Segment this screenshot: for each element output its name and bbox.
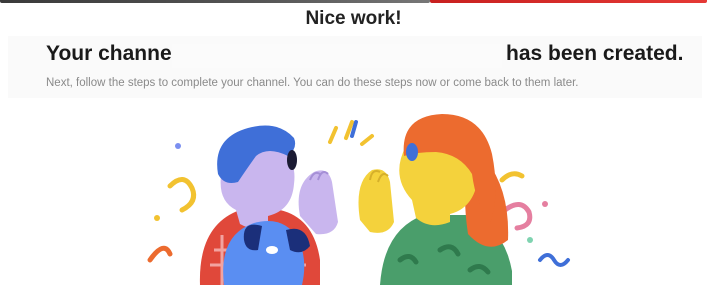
confetti-swirl-pink [502, 202, 533, 231]
confetti-swirl-yellow [167, 177, 197, 213]
confetti-dot [154, 215, 160, 221]
channel-name-redacted [172, 44, 502, 68]
channel-next-steps-text: Next, follow the steps to complete your … [46, 77, 579, 89]
top-banner-strip [0, 0, 707, 6]
banner-dark-text-fragment [0, 0, 430, 3]
channel-title-suffix: has been created. [506, 42, 684, 65]
nice-work-heading: Nice work! [305, 8, 402, 29]
confetti-dot [175, 143, 181, 149]
man-eye [287, 150, 297, 170]
banner-red-text-fragment [430, 0, 707, 3]
confetti-swirl-orange [147, 245, 173, 263]
celebration-illustration [147, 114, 570, 285]
woman-eye [406, 143, 418, 161]
confetti-swirl-yellow [499, 171, 525, 183]
dog-snout [266, 246, 278, 254]
woman-hand [358, 169, 394, 233]
confetti-dot [542, 201, 548, 207]
confetti-dot [527, 237, 533, 243]
channel-title-prefix: Your channel [46, 42, 178, 65]
confetti-squiggle-blue [538, 253, 570, 267]
woman-character [358, 114, 512, 285]
